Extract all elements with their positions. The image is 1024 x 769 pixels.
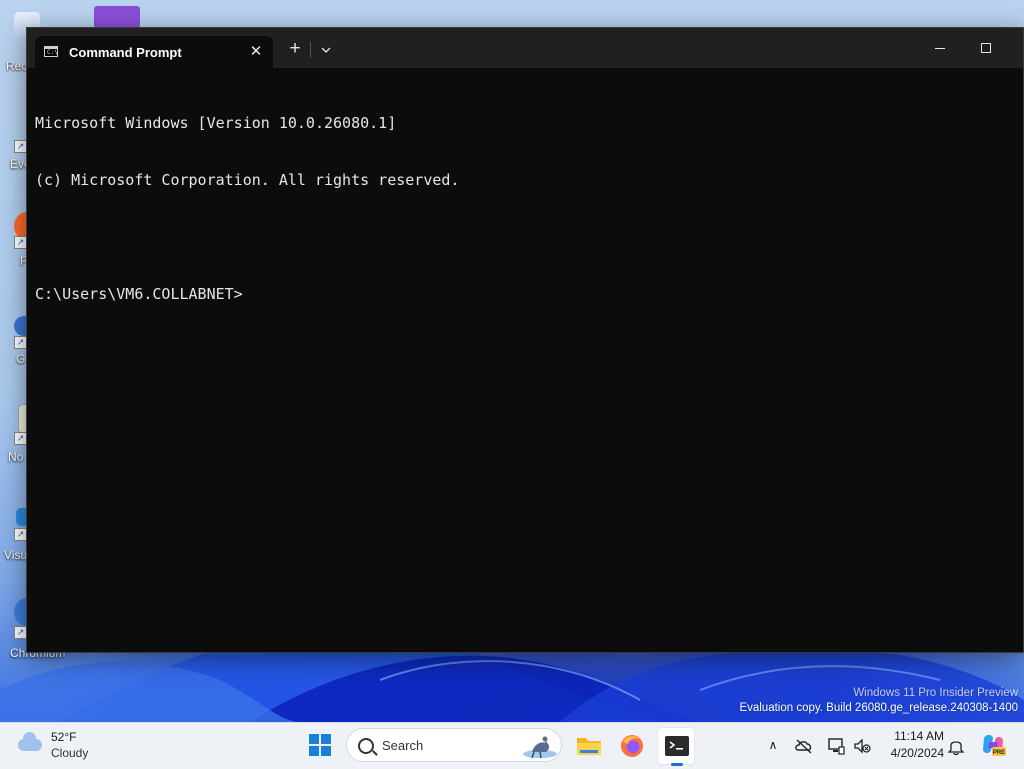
divider — [310, 42, 311, 58]
start-button[interactable] — [309, 734, 331, 756]
search-highlight-icon — [523, 736, 557, 759]
windows-logo-pane — [309, 746, 319, 756]
windows-logo-pane — [321, 746, 331, 756]
cloud-icon — [18, 732, 42, 751]
maximize-button[interactable] — [963, 28, 1009, 68]
running-indicator — [671, 763, 683, 766]
minimize-button[interactable] — [917, 28, 963, 68]
minimize-icon — [935, 48, 945, 49]
console-line: Microsoft Windows [Version 10.0.26080.1] — [35, 114, 397, 132]
terminal-taskbar-button[interactable] — [657, 727, 695, 766]
terminal-icon — [665, 736, 689, 756]
tab-dropdown-button[interactable] — [315, 37, 337, 61]
desktop-icon-label: Rec — [6, 59, 28, 73]
command-prompt-icon: C:\ — [44, 46, 58, 57]
window-titlebar[interactable]: C:\ Command Prompt ✕ + — [27, 28, 1023, 68]
console-line: (c) Microsoft Corporation. All rights re… — [35, 171, 460, 189]
folder-icon — [577, 738, 601, 755]
clock-time: 11:14 AM — [894, 729, 944, 743]
taskbar: 52°F Cloudy Search ∧ 11:14 AM 4/20/2024 … — [0, 722, 1024, 769]
search-placeholder: Search — [382, 738, 424, 753]
terminal-window: C:\ Command Prompt ✕ + Microsoft Windows… — [26, 27, 1024, 653]
firefox-taskbar-button[interactable] — [613, 727, 651, 765]
show-hidden-icons-button[interactable]: ∧ — [764, 736, 782, 754]
copilot-icon[interactable]: PRE — [980, 732, 1006, 758]
notification-bell-icon[interactable] — [947, 736, 965, 756]
clock-date: 4/20/2024 — [890, 746, 944, 760]
weather-condition: Cloudy — [51, 746, 89, 760]
file-explorer-taskbar-button[interactable] — [570, 727, 608, 765]
network-icon[interactable] — [826, 736, 846, 756]
windows-logo-icon — [309, 734, 319, 744]
volume-muted-icon[interactable] — [852, 736, 872, 756]
new-tab-button[interactable]: + — [283, 37, 307, 61]
maximize-icon — [981, 43, 991, 53]
desktop-icon-label: Visu — [4, 548, 28, 562]
tab-command-prompt[interactable]: C:\ Command Prompt ✕ — [35, 36, 273, 68]
taskbar-search[interactable]: Search — [346, 728, 562, 762]
watermark-edition: Windows 11 Pro Insider Preview — [853, 687, 1018, 699]
visual-studio-icon — [94, 6, 140, 28]
firefox-icon — [621, 735, 643, 757]
weather-widget[interactable]: 52°F Cloudy — [14, 729, 114, 763]
weather-temperature: 52°F — [51, 730, 77, 744]
onedrive-offline-icon[interactable] — [794, 736, 814, 756]
desktop-icon-label: G — [16, 352, 26, 366]
desktop-icon-visual-studio[interactable] — [88, 4, 148, 28]
console-prompt[interactable]: C:\Users\VM6.COLLABNET> — [35, 285, 1015, 304]
windows-watermark: Windows 11 Pro Insider Preview Evaluatio… — [739, 686, 1018, 716]
system-clock[interactable]: 11:14 AM 4/20/2024 — [876, 728, 944, 762]
windows-logo-pane — [321, 734, 331, 744]
tab-title: Command Prompt — [69, 45, 182, 60]
watermark-build: Evaluation copy. Build 26080.ge_release.… — [739, 702, 1018, 714]
console-output[interactable]: Microsoft Windows [Version 10.0.26080.1]… — [35, 76, 1015, 644]
svg-text:PRE: PRE — [993, 750, 1005, 756]
desktop-icon-label: No — [8, 450, 24, 464]
search-icon — [358, 738, 374, 754]
close-tab-button[interactable]: ✕ — [245, 41, 267, 63]
chevron-down-icon — [321, 47, 331, 53]
